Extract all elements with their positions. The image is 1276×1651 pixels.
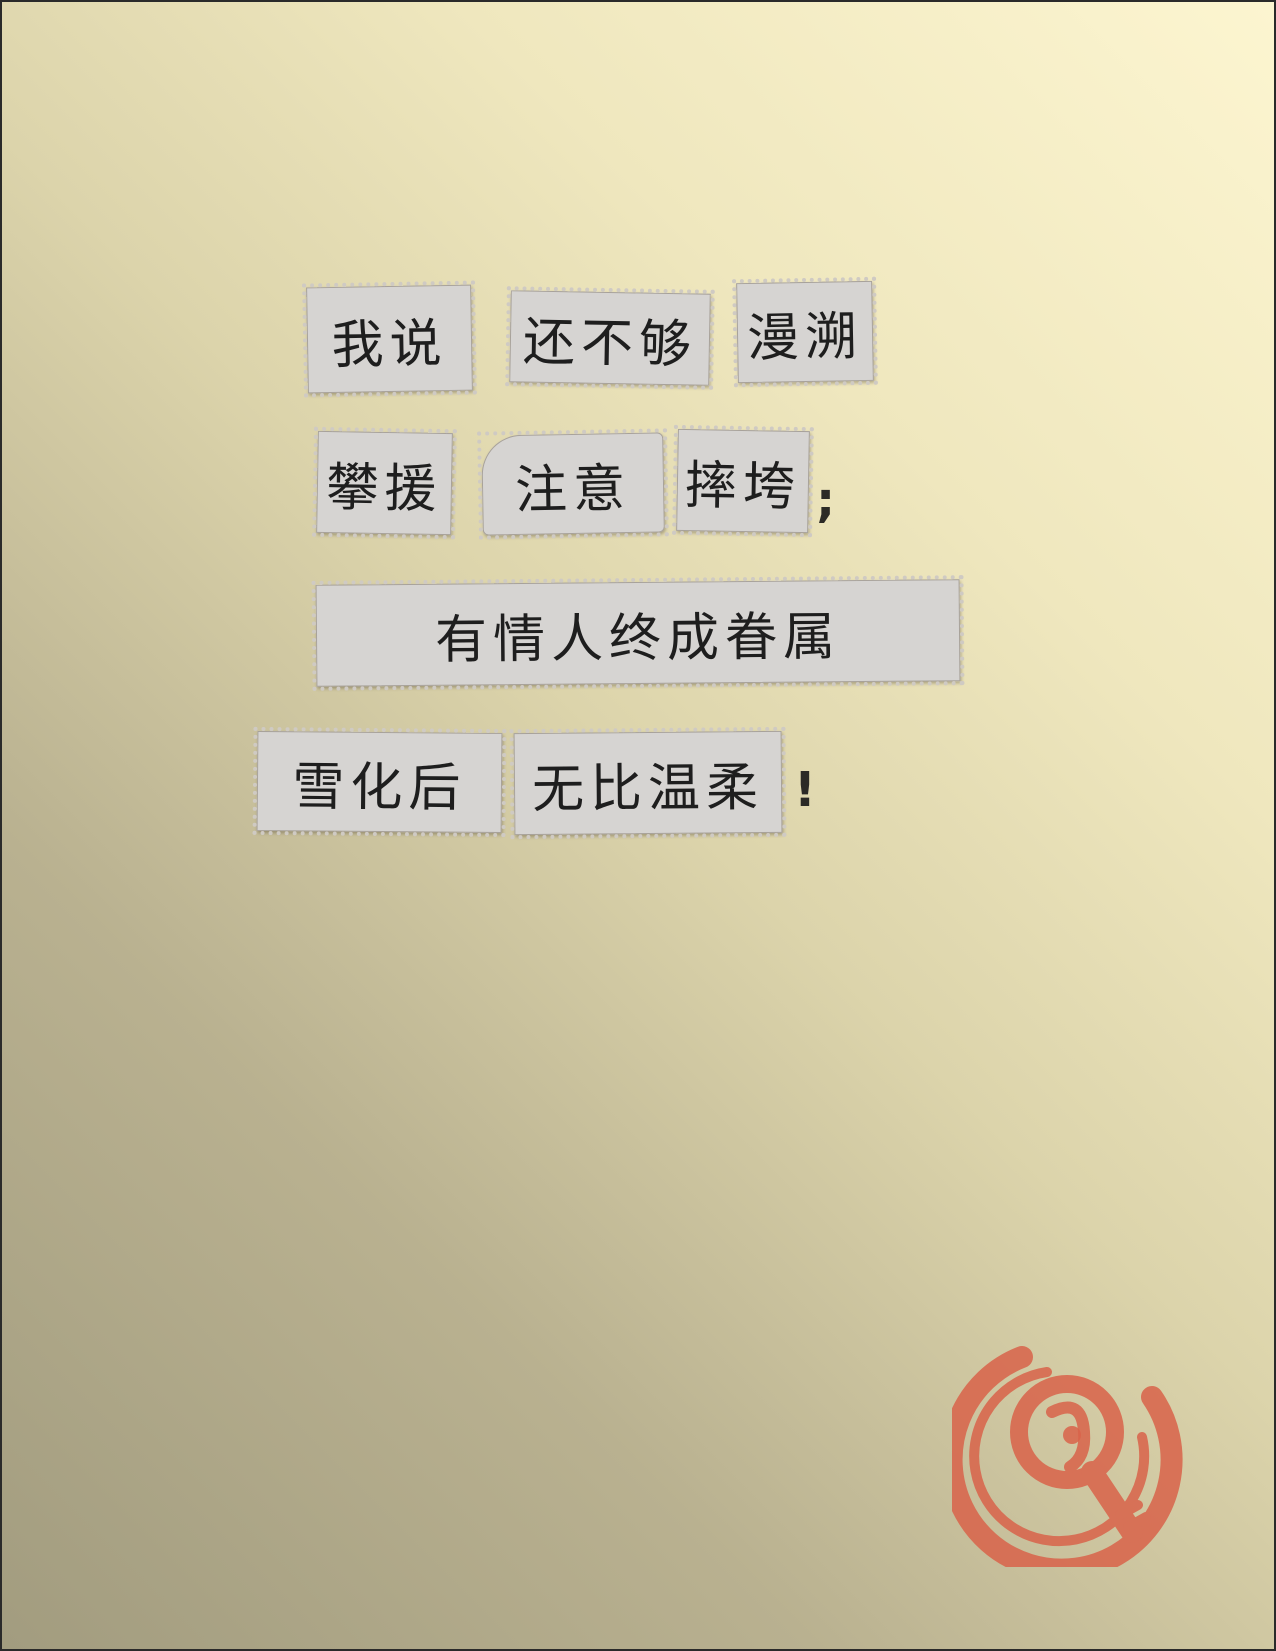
key-in-circle-seal-icon: [952, 1346, 1183, 1567]
poster-page: 我说 还不够 漫溯 攀援 注意 摔垮 ; 有情人终成眷属 雪化后 无比温柔 !: [0, 0, 1276, 1651]
clipping-wu-bi-wen-rou: 无比温柔: [513, 730, 783, 836]
clipping-you-qing-ren: 有情人终成眷属: [315, 579, 961, 687]
clipping-xue-hua-hou: 雪化后: [256, 730, 503, 834]
clipping-pan-yuan: 攀援: [316, 430, 453, 536]
clipping-shuai-kua: 摔垮: [676, 428, 810, 534]
clipping-wo-shuo: 我说: [306, 284, 473, 394]
semicolon: ;: [816, 472, 836, 528]
exclamation: !: [794, 762, 816, 818]
clipping-hai-bu-gou: 还不够: [509, 290, 711, 386]
clipping-man-su: 漫溯: [736, 280, 874, 384]
clipping-zhu-yi: 注意: [481, 432, 665, 536]
